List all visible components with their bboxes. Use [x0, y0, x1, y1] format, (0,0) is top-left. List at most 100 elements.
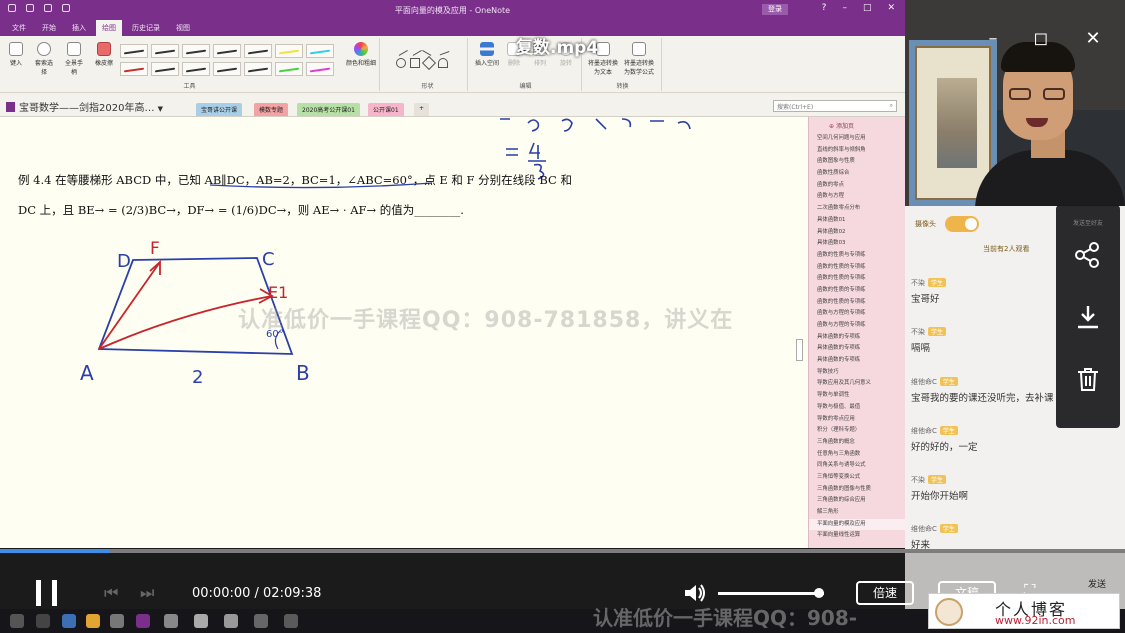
task-view-icon[interactable] [36, 614, 50, 628]
onenote-icon[interactable] [136, 614, 150, 628]
prev-icon[interactable]: ⏮ [104, 583, 118, 603]
close-button[interactable]: ✕ [887, 3, 895, 13]
page-list-item[interactable]: 函数的性质的专项练 [809, 273, 905, 285]
page-list-item[interactable]: 导数与单调性 [809, 390, 905, 402]
rectangle-shape-icon[interactable] [410, 58, 420, 68]
page-list-item[interactable]: 函数的性质与专项练 [809, 250, 905, 262]
line-shape-icon[interactable] [394, 42, 408, 56]
highlighter-swatch[interactable] [306, 62, 334, 76]
tab-history[interactable]: 历史记录 [126, 20, 166, 36]
section-tab[interactable]: 模数专题 [254, 103, 289, 116]
tab-view[interactable]: 视图 [170, 20, 196, 36]
pen-swatch[interactable] [151, 44, 179, 58]
pen-swatch[interactable] [182, 44, 210, 58]
page-list-item[interactable]: 具体函数的专项练 [809, 332, 905, 344]
page-list-item[interactable]: 导数的零点应用 [809, 414, 905, 426]
app-icon[interactable] [110, 614, 124, 628]
page-list-item[interactable]: 具体函数01 [809, 215, 905, 227]
minimize-icon[interactable]: – [982, 28, 1004, 50]
add-page-button[interactable]: ⊕ 添加页 [809, 117, 905, 133]
restore-icon[interactable]: ◻ [1030, 28, 1052, 50]
page-list-item[interactable]: 函数性质综合 [809, 168, 905, 180]
chat-app-icon[interactable] [254, 614, 268, 628]
app-icon[interactable] [164, 614, 178, 628]
app-icon[interactable] [194, 614, 208, 628]
line-shape-icon[interactable] [436, 42, 450, 56]
page-list-item[interactable]: 具体函数的专项练 [809, 355, 905, 367]
pen-swatch[interactable] [244, 62, 272, 76]
section-tab[interactable]: 2020高考公开课01 [297, 103, 360, 116]
speed-button[interactable]: 倍速 [856, 581, 914, 605]
pen-swatch[interactable] [151, 62, 179, 76]
diamond-shape-icon[interactable] [421, 55, 437, 71]
close-icon[interactable]: ✕ [1082, 28, 1104, 50]
add-section-button[interactable]: + [414, 103, 430, 116]
volume-knob[interactable] [813, 588, 824, 598]
type-tool[interactable]: 键入 [6, 42, 26, 67]
next-icon[interactable]: ⏭ [140, 583, 154, 603]
page-list-item[interactable]: 三角函数的综合应用 [809, 495, 905, 507]
page-list-item[interactable]: 函数的性质的专项练 [809, 285, 905, 297]
page-list-item[interactable]: 导数应用及其几何意义 [809, 378, 905, 390]
page-list-item[interactable]: 直线的斜率与倾斜角 [809, 145, 905, 157]
tab-home[interactable]: 开始 [36, 20, 62, 36]
pen-swatch[interactable] [120, 44, 148, 58]
circle-shape-icon[interactable] [396, 58, 406, 68]
pen-swatch[interactable] [244, 44, 272, 58]
signin-button[interactable]: 登录 [762, 4, 788, 15]
page-list-item[interactable]: 函数的性质的专项练 [809, 297, 905, 309]
page-list-item[interactable]: 函数的性质的专项练 [809, 262, 905, 274]
browser-icon[interactable] [62, 614, 76, 628]
highlighter-swatch[interactable] [275, 62, 303, 76]
color-thickness-button[interactable]: 颜色和粗细 [346, 42, 376, 67]
insert-space-button[interactable]: 插入空间 [474, 42, 500, 67]
trash-icon[interactable] [1074, 365, 1102, 393]
page-list-item[interactable]: 导数与极值、最值 [809, 402, 905, 414]
highlighter-swatch[interactable] [306, 44, 334, 58]
section-tab[interactable]: 宝哥讲公开课 [196, 103, 243, 116]
pen-swatch[interactable] [120, 62, 148, 76]
ink-to-math-button[interactable]: 将墨迹转换为数学公式 [622, 42, 656, 76]
maximize-button[interactable]: □ [863, 3, 872, 13]
pen-swatch[interactable] [213, 44, 241, 58]
page-list-item[interactable]: 函数的零点 [809, 180, 905, 192]
pan-tool[interactable]: 全景手柄 [64, 42, 84, 76]
app-icon[interactable] [224, 614, 238, 628]
app-icon[interactable] [284, 614, 298, 628]
notebook-selector[interactable]: 宝哥数学——剑指2020年高… ▼ [6, 99, 163, 114]
page-list-item[interactable]: 函数与方程的专项练 [809, 320, 905, 332]
arrow-shape-icon[interactable] [408, 42, 422, 56]
page-list-item[interactable]: 平面向量线性运算 [809, 530, 905, 542]
volume-icon[interactable] [683, 582, 707, 604]
page-list-item[interactable]: 具体函数03 [809, 238, 905, 250]
page-list-item[interactable]: 同角关系与诱导公式 [809, 460, 905, 472]
page-list-item[interactable]: 函数与方程的专项练 [809, 308, 905, 320]
page-list-item[interactable]: 函数与方程 [809, 191, 905, 203]
eraser-tool[interactable]: 橡皮擦 [94, 42, 114, 67]
pen-swatch[interactable] [213, 62, 241, 76]
page-list-item[interactable]: 积分（理科专题） [809, 425, 905, 437]
section-tab[interactable]: 公开课01 [368, 103, 404, 116]
page-list-item[interactable]: 三角函数的图像与性质 [809, 484, 905, 496]
page-list-item[interactable]: 导数技巧 [809, 367, 905, 379]
search-input[interactable]: 搜索(Ctrl+E) ⌕ [773, 100, 897, 112]
tab-draw[interactable]: 绘图 [96, 20, 122, 36]
page-list-item[interactable]: 三角函数的概念 [809, 437, 905, 449]
page-list-item[interactable]: 具体函数的专项练 [809, 343, 905, 355]
pen-swatch[interactable] [182, 62, 210, 76]
download-icon[interactable] [1074, 303, 1102, 331]
triangle-shape-icon[interactable] [438, 58, 448, 68]
folder-icon[interactable] [86, 614, 100, 628]
page-list-item[interactable]: 具体函数02 [809, 227, 905, 239]
page-scrollbar[interactable] [796, 339, 803, 361]
share-icon[interactable] [1074, 241, 1102, 269]
pause-button[interactable] [36, 580, 58, 606]
page-list-item[interactable]: 函数图象与性质 [809, 156, 905, 168]
double-arrow-shape-icon[interactable] [422, 42, 436, 56]
page-list-item[interactable]: 二次函数零点分布 [809, 203, 905, 215]
help-button[interactable]: ? [822, 3, 827, 13]
camera-toggle[interactable] [945, 216, 979, 232]
volume-slider[interactable] [718, 592, 824, 595]
start-icon[interactable] [10, 614, 24, 628]
tab-file[interactable]: 文件 [6, 20, 32, 36]
